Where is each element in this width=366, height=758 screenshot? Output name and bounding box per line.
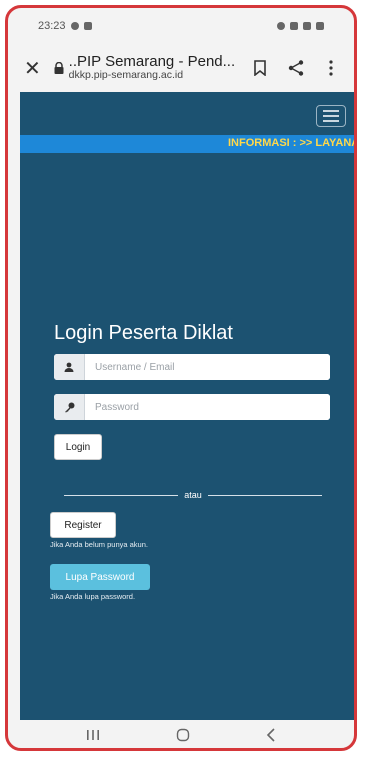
share-icon[interactable] (285, 57, 307, 79)
back-icon[interactable] (266, 727, 276, 747)
more-options-icon[interactable] (320, 57, 342, 79)
divider-text: atau (184, 490, 202, 500)
login-button[interactable]: Login (54, 434, 102, 460)
ticker-text: INFORMASI : >> LAYANAN (228, 137, 356, 149)
password-input[interactable] (85, 394, 330, 420)
status-bar: 23:23 (8, 8, 354, 44)
lock-icon[interactable] (54, 62, 64, 74)
menu-toggle-button[interactable] (316, 105, 346, 127)
status-time: 23:23 (38, 20, 66, 32)
info-ticker: INFORMASI : >> LAYANAN (20, 135, 356, 153)
home-icon[interactable] (176, 728, 190, 747)
register-button[interactable]: Register (50, 512, 116, 538)
bookmark-icon[interactable] (249, 57, 271, 79)
signal-icon (303, 22, 311, 30)
web-page: INFORMASI : >> LAYANAN Login Peserta Dik… (20, 92, 356, 720)
close-tab-icon[interactable]: ✕ (24, 56, 44, 81)
forgot-password-hint: Jika Anda lupa password. (50, 592, 136, 601)
android-nav-bar (8, 720, 354, 748)
recent-apps-icon[interactable] (86, 728, 100, 746)
phone-frame: 23:23 ✕ ..PIP Semarang - Pend... dkkp.pi… (5, 5, 357, 751)
alarm-icon (277, 22, 285, 30)
user-icon (54, 354, 85, 380)
browser-toolbar: ✕ ..PIP Semarang - Pend... dkkp.pip-sema… (8, 44, 354, 92)
image-notification-icon (83, 22, 92, 30)
password-group (54, 394, 330, 420)
hamburger-icon (323, 110, 339, 112)
username-input[interactable] (85, 354, 330, 380)
wifi-icon (290, 22, 298, 30)
key-icon (54, 394, 85, 420)
battery-icon (316, 22, 324, 30)
register-hint: Jika Anda belum punya akun. (50, 540, 148, 549)
page-title: ..PIP Semarang - Pend... (68, 52, 236, 70)
page-host: dkkp.pip-semarang.ac.id (68, 69, 184, 82)
username-group (54, 354, 330, 380)
url-bar[interactable]: ..PIP Semarang - Pend... dkkp.pip-semara… (68, 52, 236, 82)
forgot-password-button[interactable]: Lupa Password (50, 564, 150, 590)
notification-icon (70, 22, 79, 30)
divider: atau (64, 489, 322, 501)
login-title: Login Peserta Diklat (54, 322, 233, 344)
